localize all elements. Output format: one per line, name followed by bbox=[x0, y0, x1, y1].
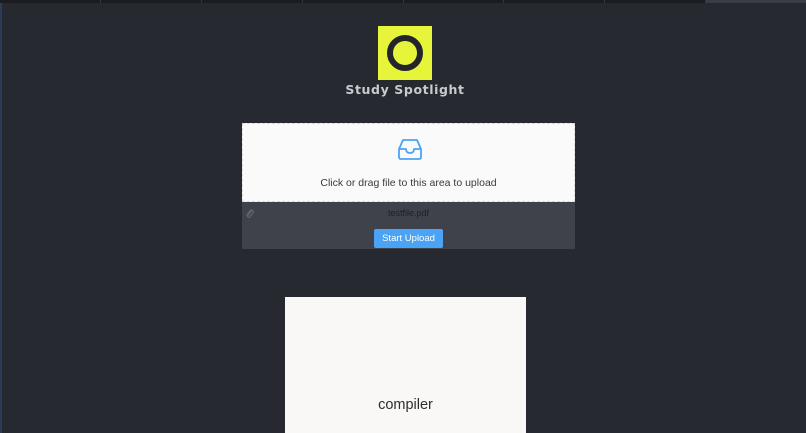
upload-dropzone[interactable]: Click or drag file to this area to uploa… bbox=[242, 123, 575, 202]
tab-2[interactable] bbox=[100, 0, 202, 3]
inbox-icon bbox=[398, 139, 422, 160]
file-list-panel: testfile.pdf Start Upload bbox=[242, 202, 575, 249]
uploaded-file-name[interactable]: testfile.pdf bbox=[242, 208, 575, 218]
window-left-edge bbox=[0, 0, 2, 433]
tab-1[interactable] bbox=[0, 0, 101, 3]
start-upload-button[interactable]: Start Upload bbox=[374, 229, 443, 248]
tab-4[interactable] bbox=[302, 0, 404, 3]
brand-logo bbox=[378, 26, 432, 80]
tab-7[interactable] bbox=[605, 0, 707, 3]
tab-strip bbox=[0, 0, 806, 3]
flashcard[interactable]: compiler bbox=[285, 297, 526, 433]
app-window: Study Spotlight Click or drag file to th… bbox=[0, 0, 806, 433]
tab-5[interactable] bbox=[403, 0, 505, 3]
flashcard-word: compiler bbox=[378, 397, 433, 413]
tab-8-active[interactable] bbox=[706, 0, 806, 3]
tab-6[interactable] bbox=[504, 0, 606, 3]
dropzone-text: Click or drag file to this area to uploa… bbox=[320, 177, 497, 189]
logo-ring-icon bbox=[387, 35, 423, 71]
brand-name: Study Spotlight bbox=[345, 82, 465, 97]
tab-3[interactable] bbox=[201, 0, 303, 3]
